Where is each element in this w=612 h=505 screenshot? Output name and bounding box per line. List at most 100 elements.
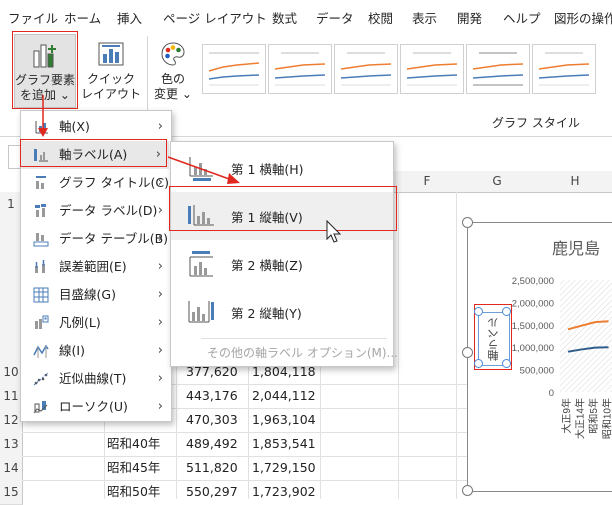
y-tick-label: 2,500,000 xyxy=(512,276,554,287)
tab-home[interactable]: ホーム xyxy=(64,8,101,27)
x-tick-label: 昭和10年 xyxy=(601,398,612,439)
y-tick-label: 500,000 xyxy=(520,366,554,377)
tab-insert[interactable]: 挿入 xyxy=(117,8,142,27)
menu-item-axes[interactable]: 軸(X) › xyxy=(21,113,171,141)
resize-handle[interactable] xyxy=(502,359,511,368)
highlight-primary-vertical xyxy=(169,186,397,231)
menu-item-label: ローソク(U) xyxy=(59,393,128,421)
tab-file[interactable]: ファイル xyxy=(8,8,58,27)
chart-style-4[interactable] xyxy=(400,44,464,94)
submenu-item-secondary-horizontal[interactable]: 第 2 横軸(Z) xyxy=(171,240,393,288)
menu-item-error-bars[interactable]: 誤差範囲(E) › xyxy=(21,253,171,281)
chevron-right-icon: › xyxy=(158,197,163,225)
menu-bar: ファイル ホーム 挿入 ページ レイアウト 数式 データ 校閲 表示 開発 ヘル… xyxy=(0,0,612,30)
cell-value[interactable]: 1,723,902 xyxy=(252,480,316,504)
primary-horizontal-axis-title-icon xyxy=(187,154,215,182)
secondary-horizontal-axis-title-icon xyxy=(187,250,215,278)
resize-handle[interactable] xyxy=(474,307,483,316)
row-header[interactable]: 13 xyxy=(0,432,23,457)
style-thumbnail-icon xyxy=(203,45,265,93)
chart-style-5[interactable] xyxy=(466,44,530,94)
data-table-icon xyxy=(33,231,49,247)
tab-page-layout[interactable]: ページ レイアウト xyxy=(163,8,267,27)
submenu-item-secondary-vertical[interactable]: 第 2 縦軸(Y) xyxy=(171,288,393,336)
menu-item-legend[interactable]: 凡例(L) › xyxy=(21,309,171,337)
plot-area[interactable] xyxy=(560,280,612,392)
column-header-h[interactable]: H xyxy=(538,171,612,193)
chevron-right-icon: › xyxy=(158,281,163,309)
submenu-item-primary-horizontal[interactable]: 第 1 横軸(H) xyxy=(171,144,393,192)
quick-layout-button[interactable]: クイック レイアウト ⌄ xyxy=(80,34,142,106)
style-thumbnail-icon xyxy=(335,45,397,93)
resize-handle[interactable] xyxy=(462,485,473,496)
tab-formulas[interactable]: 数式 xyxy=(272,8,297,27)
cell-value[interactable]: 443,176 xyxy=(186,384,238,408)
menu-item-label: 軸(X) xyxy=(59,113,90,141)
menu-item-label: グラフ タイトル(C) xyxy=(59,169,169,197)
resize-handle[interactable] xyxy=(462,347,473,358)
tab-help[interactable]: ヘルプ xyxy=(503,8,541,27)
up-down-bars-icon xyxy=(33,399,49,415)
cell-era[interactable]: 昭和40年 xyxy=(107,432,160,456)
chevron-right-icon: › xyxy=(158,365,163,393)
change-colors-label-2: 変更 ⌄ xyxy=(150,87,196,102)
menu-item-label: データ テーブル(B) xyxy=(59,225,168,253)
menu-item-trendline[interactable]: 近似曲線(T) › xyxy=(21,365,171,393)
row-header[interactable]: 14 xyxy=(0,456,23,481)
y-tick-label: 1,000,000 xyxy=(512,343,554,354)
change-colors-button[interactable]: 色の 変更 ⌄ xyxy=(150,34,196,106)
palette-icon xyxy=(159,40,187,68)
chevron-right-icon: › xyxy=(158,169,163,197)
tab-review[interactable]: 校閲 xyxy=(368,8,393,27)
y-tick-label: 1,500,000 xyxy=(512,321,554,332)
chart-style-3[interactable] xyxy=(334,44,398,94)
highlight-axis-titles-item xyxy=(20,139,167,167)
menu-item-chart-title[interactable]: グラフ タイトル(C) › xyxy=(21,169,171,197)
x-tick-label: 昭和5年 xyxy=(587,398,600,434)
chevron-right-icon: › xyxy=(158,393,163,421)
cell-era[interactable]: 昭和45年 xyxy=(107,456,160,480)
cell-value[interactable]: 489,492 xyxy=(186,432,238,456)
tab-shape-format[interactable]: 図形の操作 xyxy=(554,8,612,27)
menu-item-up-down-bars[interactable]: ローソク(U) › xyxy=(21,393,171,421)
cell-value[interactable]: 2,044,112 xyxy=(252,384,316,408)
chevron-right-icon: › xyxy=(158,225,163,253)
chart-style-1[interactable] xyxy=(202,44,266,94)
legend-icon xyxy=(33,315,49,331)
cell-value[interactable]: 470,303 xyxy=(186,408,238,432)
menu-item-data-labels[interactable]: データ ラベル(D) › xyxy=(21,197,171,225)
menu-item-data-table[interactable]: データ テーブル(B) › xyxy=(21,225,171,253)
cell-value[interactable]: 1,963,104 xyxy=(252,408,316,432)
row-header[interactable]: 15 xyxy=(0,480,23,505)
tab-data[interactable]: データ xyxy=(316,8,354,27)
chart-style-2[interactable] xyxy=(268,44,332,94)
chevron-right-icon: › xyxy=(158,113,163,141)
style-thumbnail-icon xyxy=(467,45,529,93)
resize-handle[interactable] xyxy=(502,307,511,316)
column-header-g[interactable]: G xyxy=(456,171,539,193)
menu-item-label: 誤差範囲(E) xyxy=(59,253,127,281)
chevron-right-icon: › xyxy=(158,337,163,365)
menu-item-gridlines[interactable]: 目盛線(G) › xyxy=(21,281,171,309)
menu-item-label: 目盛線(G) xyxy=(59,281,116,309)
resize-handle[interactable] xyxy=(474,359,483,368)
cell-era[interactable]: 昭和50年 xyxy=(107,480,160,504)
more-axis-title-options[interactable]: その他の軸ラベル オプション(M)... xyxy=(207,344,398,361)
menu-item-label: 近似曲線(T) xyxy=(59,365,126,393)
column-header-f[interactable]: F xyxy=(398,171,457,193)
menu-item-lines[interactable]: 線(I) › xyxy=(21,337,171,365)
tab-view[interactable]: 表示 xyxy=(412,8,437,27)
cell-value[interactable]: 1,729,150 xyxy=(252,456,316,480)
cell-value[interactable]: 550,297 xyxy=(186,480,238,504)
cell-value[interactable]: 1,853,541 xyxy=(252,432,316,456)
tab-developer[interactable]: 開発 xyxy=(457,8,482,27)
error-bars-icon xyxy=(33,259,49,275)
resize-handle[interactable] xyxy=(462,217,473,228)
chevron-right-icon: › xyxy=(158,309,163,337)
lines-icon xyxy=(33,343,49,359)
chart-title-icon xyxy=(33,175,49,191)
axes-icon xyxy=(33,119,49,135)
chart-style-6[interactable] xyxy=(532,44,596,94)
cell-value[interactable]: 511,820 xyxy=(186,456,238,480)
x-tick-label: 大正9年 xyxy=(560,398,573,434)
